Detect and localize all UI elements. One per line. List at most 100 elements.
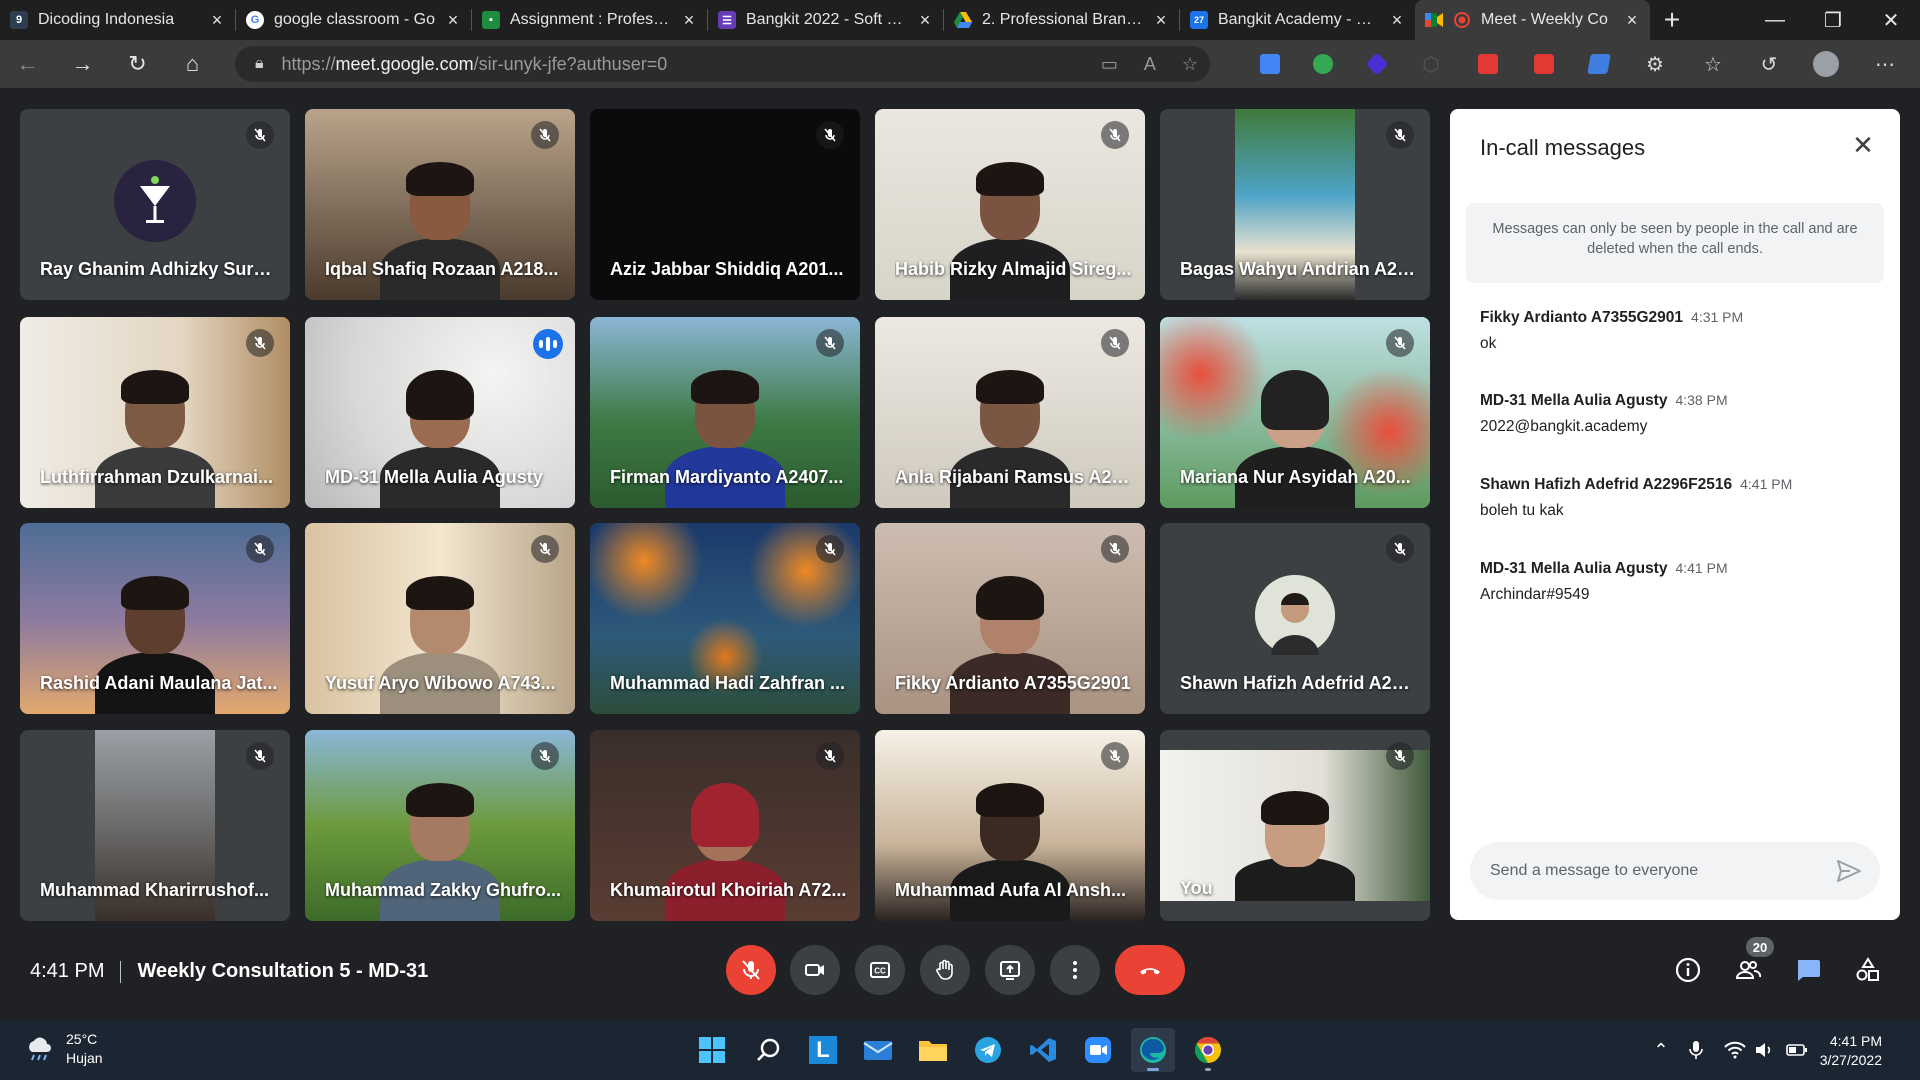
- browser-tab[interactable]: ▪ Assignment : Professio ×: [472, 0, 707, 40]
- browser-tab[interactable]: ☰ Bangkit 2022 - Soft Skil ×: [708, 0, 943, 40]
- participant-tile[interactable]: Anla Rijabani Ramsus A21...: [875, 317, 1145, 508]
- participant-tile[interactable]: Habib Rizky Almajid Sireg...: [875, 109, 1145, 300]
- extension-icon[interactable]: ⬡: [1416, 40, 1446, 88]
- extension-icon[interactable]: [1584, 40, 1614, 88]
- participant-tile[interactable]: Firman Mardiyanto A2407...: [590, 317, 860, 508]
- send-icon[interactable]: [1836, 859, 1862, 888]
- reload-icon[interactable]: ↻: [110, 51, 165, 77]
- participant-tile[interactable]: Yusuf Aryo Wibowo A743...: [305, 523, 575, 714]
- participant-tile[interactable]: Ray Ghanim Adhizky Surya ...: [20, 109, 290, 300]
- participant-tile-self[interactable]: You: [1160, 730, 1430, 921]
- participant-tile-speaking[interactable]: MD-31 Mella Aulia Agusty: [305, 317, 575, 508]
- chat-button[interactable]: [1786, 948, 1830, 992]
- captions-button[interactable]: CC: [855, 945, 905, 995]
- mic-muted-icon: [246, 329, 274, 357]
- participant-tile[interactable]: Bagas Wahyu Andrian A22...: [1160, 109, 1430, 300]
- extension-icon[interactable]: [1362, 40, 1392, 88]
- participant-tile[interactable]: Khumairotul Khoiriah A72...: [590, 730, 860, 921]
- new-tab-button[interactable]: +: [1650, 0, 1694, 40]
- lock-icon[interactable]: 🔒︎: [255, 55, 264, 73]
- mic-muted-icon: [816, 742, 844, 770]
- participant-tile[interactable]: Muhammad Aufa Al Ansh...: [875, 730, 1145, 921]
- extensions-puzzle-icon[interactable]: ⚙: [1640, 40, 1670, 88]
- more-menu-icon[interactable]: ⋯: [1870, 40, 1900, 88]
- history-icon[interactable]: ↺: [1754, 40, 1784, 88]
- participant-tile[interactable]: Rashid Adani Maulana Jat...: [20, 523, 290, 714]
- participant-tile[interactable]: Luthfirrahman Dzulkarnai...: [20, 317, 290, 508]
- tab-close-icon[interactable]: ×: [1624, 11, 1640, 29]
- browser-tab[interactable]: 27 Bangkit Academy - Cal ×: [1180, 0, 1415, 40]
- tab-title: 2. Professional Brandin: [982, 11, 1143, 28]
- close-window-icon[interactable]: ✕: [1862, 0, 1920, 40]
- search-icon[interactable]: [746, 1028, 790, 1072]
- address-bar[interactable]: 🔒︎ https://meet.google.com/sir-unyk-jfe?…: [235, 46, 1210, 82]
- participant-tile[interactable]: Muhammad Hadi Zahfran ...: [590, 523, 860, 714]
- participant-name: Muhammad Zakky Ghufro...: [325, 880, 562, 900]
- tab-close-icon[interactable]: ×: [1153, 11, 1169, 29]
- activities-button[interactable]: [1846, 948, 1890, 992]
- windows-start-icon[interactable]: [690, 1028, 734, 1072]
- participant-tile[interactable]: Muhammad Kharirrushof...: [20, 730, 290, 921]
- mail-icon[interactable]: [856, 1028, 900, 1072]
- browser-tab[interactable]: G google classroom - Go ×: [236, 0, 471, 40]
- camera-permission-icon[interactable]: ▭: [1101, 54, 1118, 75]
- letter-l-app-icon[interactable]: L: [801, 1028, 845, 1072]
- browser-tab[interactable]: 9 Dicoding Indonesia ×: [0, 0, 235, 40]
- edge-browser-icon[interactable]: [1131, 1028, 1175, 1072]
- file-explorer-icon[interactable]: [911, 1028, 955, 1072]
- tab-close-icon[interactable]: ×: [445, 11, 461, 29]
- browser-tab[interactable]: 2. Professional Brandin ×: [944, 0, 1179, 40]
- profile-avatar[interactable]: [1811, 40, 1841, 88]
- participant-tile[interactable]: Muhammad Zakky Ghufro...: [305, 730, 575, 921]
- present-screen-button[interactable]: [985, 945, 1035, 995]
- more-vert-icon: [1073, 961, 1077, 979]
- vscode-icon[interactable]: [1021, 1028, 1065, 1072]
- tab-close-icon[interactable]: ×: [1389, 11, 1405, 29]
- favorites-icon[interactable]: ☆: [1698, 40, 1728, 88]
- participant-name: Shawn Hafizh Adefrid A229...: [1180, 673, 1418, 693]
- chat-message-input[interactable]: Send a message to everyone: [1470, 842, 1880, 900]
- chrome-icon[interactable]: [1186, 1028, 1230, 1072]
- extension-icon[interactable]: [1308, 40, 1338, 88]
- minimize-icon[interactable]: —: [1746, 0, 1804, 40]
- tab-close-icon[interactable]: ×: [209, 11, 225, 29]
- tab-close-icon[interactable]: ×: [917, 11, 933, 29]
- avatar: [1255, 574, 1335, 655]
- telegram-icon[interactable]: [966, 1028, 1010, 1072]
- raise-hand-button[interactable]: [920, 945, 970, 995]
- weather-widget[interactable]: 25°C Hujan: [24, 1030, 103, 1068]
- zoom-icon[interactable]: [1076, 1028, 1120, 1072]
- chevron-up-icon[interactable]: ⌃: [1648, 1040, 1674, 1061]
- participant-tile[interactable]: Fikky Ardianto A7355G2901: [875, 523, 1145, 714]
- favorite-icon[interactable]: ☆: [1182, 54, 1198, 75]
- wifi-icon[interactable]: [1724, 1041, 1746, 1059]
- extension-icon[interactable]: [1529, 40, 1559, 88]
- back-icon[interactable]: ←: [0, 51, 55, 77]
- system-clock[interactable]: 4:41 PM 3/27/2022: [1820, 1032, 1882, 1070]
- home-icon[interactable]: ⌂: [165, 51, 220, 77]
- extension-icon[interactable]: [1473, 40, 1503, 88]
- more-options-button[interactable]: [1050, 945, 1100, 995]
- tab-close-icon[interactable]: ×: [681, 11, 697, 29]
- participant-tile[interactable]: Iqbal Shafiq Rozaan A218...: [305, 109, 575, 300]
- maximize-icon[interactable]: ❐: [1804, 0, 1862, 40]
- microphone-toggle-button[interactable]: [726, 945, 776, 995]
- chat-message: Shawn Hafizh Adefrid A2296F2516 4:41 PM b…: [1480, 476, 1880, 520]
- read-aloud-icon[interactable]: A: [1144, 54, 1156, 75]
- participant-tile[interactable]: Mariana Nur Asyidah A20...: [1160, 317, 1430, 508]
- microphone-icon[interactable]: [1686, 1039, 1706, 1061]
- close-icon[interactable]: ✕: [1850, 132, 1876, 159]
- participant-tile[interactable]: Aziz Jabbar Shiddiq A201...: [590, 109, 860, 300]
- volume-icon[interactable]: [1754, 1041, 1774, 1059]
- meeting-details-button[interactable]: [1666, 948, 1710, 992]
- message-text[interactable]: 2022@bangkit.academy: [1480, 418, 1880, 436]
- translate-extension-icon[interactable]: [1255, 40, 1285, 88]
- battery-icon[interactable]: [1786, 1043, 1808, 1057]
- activities-icon: [1856, 957, 1879, 981]
- message-time: 4:38 PM: [1675, 392, 1728, 408]
- forward-icon[interactable]: →: [55, 51, 110, 77]
- camera-toggle-button[interactable]: [790, 945, 840, 995]
- participant-tile[interactable]: Shawn Hafizh Adefrid A229...: [1160, 523, 1430, 714]
- leave-call-button[interactable]: [1115, 945, 1185, 995]
- browser-tab-active[interactable]: Meet - Weekly Co ×: [1415, 0, 1650, 40]
